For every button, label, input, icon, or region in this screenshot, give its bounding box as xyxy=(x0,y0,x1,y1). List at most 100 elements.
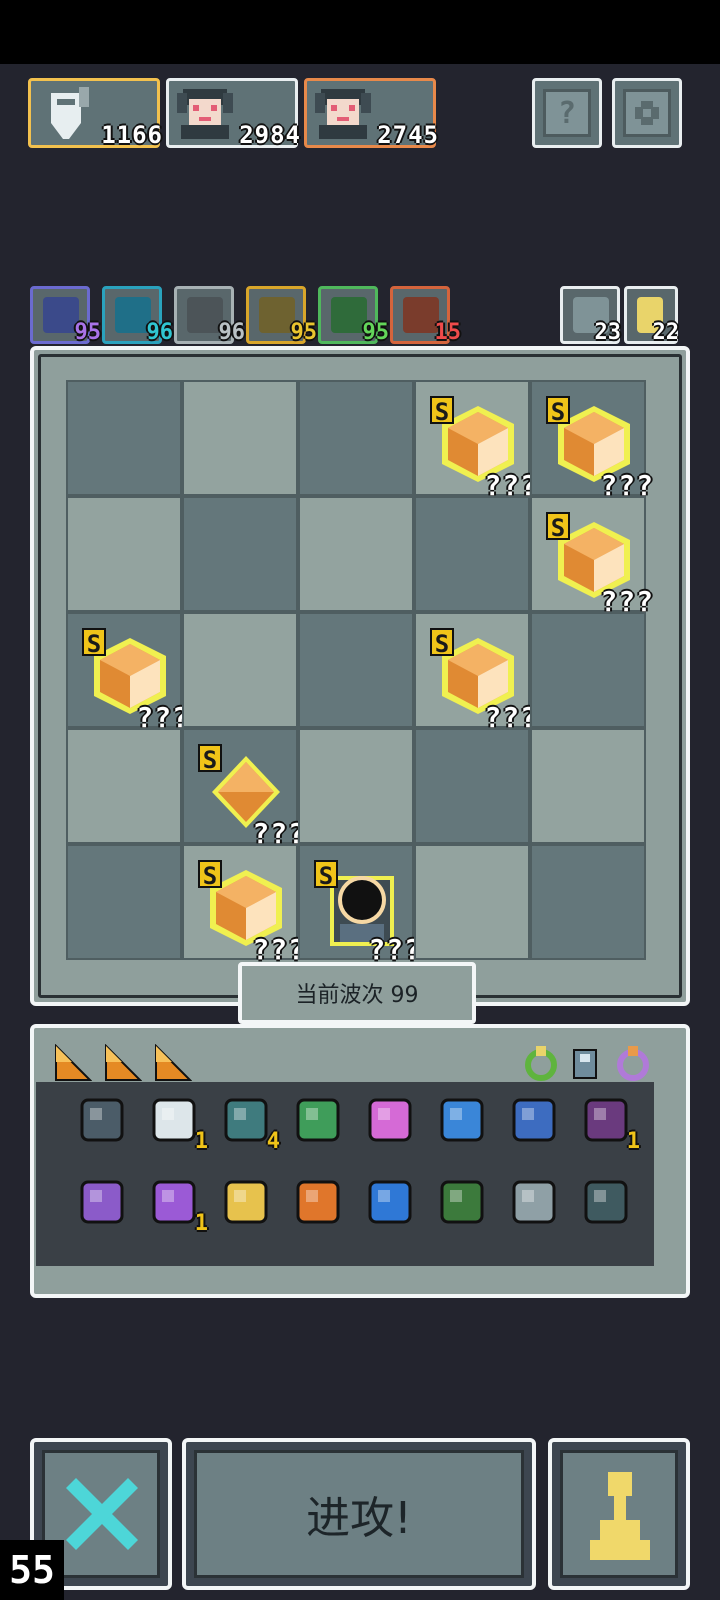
board-cell[interactable] xyxy=(530,728,646,844)
element-value: 15 xyxy=(434,320,462,345)
heart-gem-slot[interactable]: 4 xyxy=(218,1092,280,1154)
pink-arrow-icon xyxy=(368,1098,412,1142)
crystal-item[interactable]: S??? xyxy=(430,396,537,502)
potion-jar-slot[interactable]: 1 xyxy=(146,1174,208,1236)
pawn-icon xyxy=(590,1472,650,1560)
board-cell[interactable] xyxy=(66,844,182,960)
purple-ring-icon[interactable] xyxy=(614,1044,652,1082)
golden-chalice-slot[interactable] xyxy=(218,1174,274,1230)
board-cell[interactable] xyxy=(298,728,414,844)
water-wave-icon xyxy=(512,1098,556,1142)
close-icon xyxy=(66,1478,138,1550)
board-cell[interactable] xyxy=(530,612,646,728)
board-cell[interactable]: S??? xyxy=(530,496,653,618)
purple-staff-icon xyxy=(80,1180,124,1224)
board-cell[interactable] xyxy=(298,496,414,612)
shuriken-icon xyxy=(512,1180,556,1224)
hero-portrait-icon xyxy=(177,89,233,139)
board-cell[interactable] xyxy=(414,496,530,612)
hero-card-3[interactable]: 2745 xyxy=(304,78,439,149)
status-bar xyxy=(0,0,720,64)
armor-icon[interactable] xyxy=(566,1044,604,1082)
element-value: 96 xyxy=(218,320,246,345)
item-count: 4 xyxy=(266,1129,280,1154)
element-value: 95 xyxy=(74,320,102,345)
water-drop-icon xyxy=(440,1098,484,1142)
board-cell[interactable] xyxy=(182,612,298,728)
pawn-counter[interactable]: 22 xyxy=(624,286,680,345)
fire-rune-icon xyxy=(296,1180,340,1224)
gem-item[interactable]: S??? xyxy=(198,744,305,850)
crystal-item[interactable]: S??? xyxy=(430,628,537,734)
rank-badge: S xyxy=(430,396,454,426)
vine-rune-slot[interactable] xyxy=(434,1174,490,1230)
element-poison[interactable]: 95 xyxy=(318,286,389,345)
pink-arrow-slot[interactable] xyxy=(362,1092,418,1148)
triangle-slot-icon[interactable] xyxy=(104,1043,143,1082)
crystal-item[interactable]: S??? xyxy=(546,396,653,502)
board-cell[interactable] xyxy=(298,612,414,728)
fire-rune-slot[interactable] xyxy=(290,1174,346,1230)
purple-staff-slot[interactable] xyxy=(74,1174,130,1230)
shuriken-slot[interactable] xyxy=(506,1174,562,1230)
board-cell[interactable]: S??? xyxy=(298,844,421,966)
triangle-slot-icon[interactable] xyxy=(154,1043,193,1082)
water-drop-slot[interactable] xyxy=(434,1092,490,1148)
pawn-button[interactable] xyxy=(548,1438,690,1590)
chest-icon xyxy=(80,1098,124,1142)
chest-slot[interactable] xyxy=(74,1092,130,1148)
board-cell[interactable] xyxy=(182,380,298,496)
crystal-item[interactable]: S??? xyxy=(546,512,653,618)
element-wind[interactable]: 96 xyxy=(174,286,245,345)
board-grid: S??? S??? S??? S??? S??? S??? S??? S??? xyxy=(66,380,653,966)
board-cell[interactable] xyxy=(530,844,646,960)
element-fire[interactable]: 15 xyxy=(390,286,461,345)
green-arrow-slot[interactable] xyxy=(290,1092,346,1148)
attack-button[interactable]: 进攻! xyxy=(182,1438,536,1590)
element-lightning[interactable]: 95 xyxy=(30,286,101,345)
bell-slot[interactable] xyxy=(578,1174,634,1230)
portal-item[interactable]: S??? xyxy=(314,860,421,966)
house-counter[interactable]: 23 xyxy=(560,286,622,345)
board-cell[interactable] xyxy=(298,380,414,496)
board-cell[interactable]: S??? xyxy=(530,380,653,502)
board-cell[interactable] xyxy=(414,728,530,844)
crystal-item[interactable]: S??? xyxy=(82,628,189,734)
green-ring-icon[interactable] xyxy=(522,1044,560,1082)
board-cell[interactable]: S??? xyxy=(414,380,537,502)
board-cell[interactable]: S??? xyxy=(414,612,537,734)
board-cell[interactable] xyxy=(66,728,182,844)
board-cell[interactable] xyxy=(414,844,530,960)
crystal-item[interactable]: S??? xyxy=(198,860,305,966)
board-cell[interactable] xyxy=(66,496,182,612)
rank-badge: S xyxy=(198,860,222,890)
counter-value: 23 xyxy=(594,320,622,345)
scroll-slot[interactable]: 1 xyxy=(146,1092,208,1154)
hero-card-1[interactable]: 1166 xyxy=(28,78,163,149)
water-wave-slot[interactable] xyxy=(506,1092,562,1148)
settings-button[interactable] xyxy=(612,78,682,148)
gear-icon xyxy=(623,89,671,137)
hero-power: 1166 xyxy=(101,121,163,149)
rank-badge: S xyxy=(198,744,222,774)
element-swirl[interactable]: 96 xyxy=(102,286,173,345)
vine-rune-icon xyxy=(440,1180,484,1224)
board-cell[interactable]: S??? xyxy=(182,728,305,850)
board-cell[interactable]: S??? xyxy=(66,612,189,734)
board-cell[interactable] xyxy=(182,496,298,612)
hero-portrait-icon xyxy=(315,89,371,139)
rank-badge: S xyxy=(430,628,454,658)
board-cell[interactable] xyxy=(66,380,182,496)
counter-value: 22 xyxy=(652,320,680,345)
golden-chalice-icon xyxy=(224,1180,268,1224)
water-rune-slot[interactable] xyxy=(362,1174,418,1230)
triangle-slot-icon[interactable] xyxy=(54,1043,93,1082)
hero-power: 2745 xyxy=(377,121,439,149)
element-boost[interactable]: 95 xyxy=(246,286,317,345)
hero-card-2[interactable]: 2984 xyxy=(166,78,301,149)
help-button[interactable]: ? xyxy=(532,78,602,148)
hero-power: 2984 xyxy=(239,121,301,149)
board-cell[interactable]: S??? xyxy=(182,844,305,966)
rank-badge: S xyxy=(546,396,570,426)
demon-orb-slot[interactable]: 1 xyxy=(578,1092,640,1154)
